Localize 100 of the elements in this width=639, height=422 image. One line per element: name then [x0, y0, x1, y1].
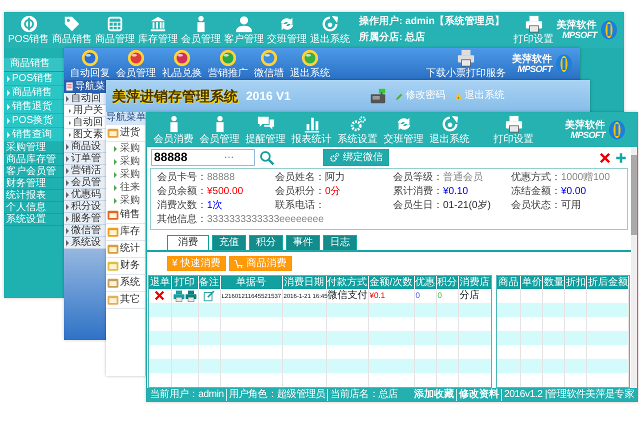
toolbar-button[interactable]: POS销售 — [8, 14, 50, 46]
search-icon[interactable] — [259, 150, 275, 166]
toolbar-button[interactable]: 营销推广 — [208, 48, 248, 80]
tab[interactable]: 日志 — [323, 235, 357, 250]
bind-button[interactable]: 绑定微信 — [323, 149, 389, 166]
header-link[interactable]: 修改密码 — [394, 90, 446, 102]
tree-item[interactable]: 会员管 — [64, 177, 106, 189]
toolbar-button[interactable]: 会员管理 — [199, 114, 240, 146]
more-button[interactable]: ··· — [224, 152, 234, 164]
toolbar-button[interactable]: 库存管理 — [138, 14, 178, 46]
status-link[interactable]: 添加收藏 — [412, 388, 456, 400]
column-header[interactable]: 积分 — [436, 276, 458, 289]
menu-item[interactable]: 其它 — [106, 292, 145, 309]
menu-item[interactable]: 采购 — [106, 155, 145, 168]
add-icon[interactable] — [615, 152, 627, 164]
bank-icon — [149, 14, 168, 33]
tree-item[interactable]: 订单管 — [64, 153, 106, 165]
toolbar-button[interactable]: 退出系统 — [290, 48, 330, 80]
sidebar-item[interactable]: POS换货 — [4, 114, 64, 128]
toolbar-button[interactable]: 会员消费 — [153, 114, 194, 146]
column-header[interactable]: 单据号 — [220, 276, 282, 289]
toolbar-button[interactable]: 会员管理 — [181, 14, 222, 46]
menu-item[interactable]: 采购 — [106, 142, 145, 155]
menu-item[interactable]: 采购 — [106, 168, 145, 181]
search-field[interactable]: 88888 ··· — [151, 149, 255, 166]
column-header[interactable]: 商品 — [496, 276, 521, 289]
close-icon[interactable] — [154, 290, 166, 301]
toolbar-button[interactable]: 微信墙 — [254, 48, 284, 80]
tree-item[interactable]: 服务管 — [64, 213, 106, 225]
column-header[interactable]: 数量 — [542, 276, 565, 289]
column-header[interactable]: 折后金额 — [586, 276, 629, 289]
tree-item[interactable]: 自动回 — [64, 117, 106, 129]
tab[interactable]: 充值 — [212, 235, 246, 250]
column-header[interactable]: 金额/次数 — [368, 276, 414, 289]
toolbar-button[interactable]: 退出系统 — [310, 14, 350, 46]
close-icon[interactable] — [599, 152, 611, 164]
printer-icon — [457, 48, 475, 67]
toolbar-button[interactable]: 自动回复 — [70, 48, 110, 80]
printer-icon[interactable] — [184, 290, 196, 302]
sidebar-item[interactable]: 销售退货 — [4, 100, 64, 114]
tree-item[interactable]: 系统设 — [64, 237, 106, 249]
column-header[interactable]: 打印 — [171, 276, 198, 289]
tree-item[interactable]: 自动回 — [64, 93, 106, 105]
version-text: 2016v1.2 |管理软件美萍是专家 — [501, 388, 636, 400]
tree-item[interactable]: 营销活 — [64, 165, 106, 177]
tree-item[interactable]: 优惠码 — [64, 189, 106, 201]
table-cell: 微信支付 — [328, 290, 368, 301]
tree-item[interactable]: 用户关 — [64, 105, 106, 117]
toolbar-button[interactable]: 交班管理 — [267, 14, 308, 46]
menu-item[interactable]: 往来 — [106, 181, 145, 194]
menu-item[interactable]: 进货 — [106, 125, 145, 142]
sidebar-item[interactable]: POS销售 — [4, 72, 64, 86]
status-link[interactable]: 修改资料 — [456, 388, 502, 400]
toolbar-button[interactable]: 商品管理 — [95, 14, 136, 46]
action-button[interactable]: ¥ 快速消费 — [167, 256, 226, 271]
edit-icon[interactable] — [203, 290, 215, 302]
column-header[interactable]: 付款方式 — [326, 276, 368, 289]
toolbar-button[interactable]: 客户管理 — [224, 14, 264, 46]
toolbar-button[interactable]: 下载小票打印服务 — [426, 48, 506, 80]
tree-item[interactable]: 积分设 — [64, 201, 106, 213]
tab[interactable]: 事件 — [286, 235, 320, 250]
toolbar-button[interactable]: 礼品兑换 — [162, 48, 202, 80]
toolbar-button[interactable]: 报表统计 — [291, 114, 332, 146]
menu-item[interactable]: 财务 — [106, 258, 145, 275]
sidebar-item[interactable]: 销售查询 — [4, 128, 64, 142]
column-header[interactable]: 备注 — [198, 276, 220, 289]
scrollbar[interactable] — [631, 147, 637, 388]
menu-item[interactable]: 统计 — [106, 241, 145, 258]
tree-item[interactable]: 图文素 — [64, 129, 106, 141]
column-header[interactable]: 消费店 — [458, 276, 491, 289]
toolbar-button[interactable]: 提醒管理 — [245, 114, 286, 146]
menu-item[interactable]: 库存 — [106, 224, 145, 241]
action-button[interactable]: 商品消费 — [228, 256, 292, 271]
column-header[interactable]: 消费日期 — [282, 276, 326, 289]
column-header[interactable]: 优惠 — [414, 276, 436, 289]
toolbar-button[interactable]: 交班管理 — [383, 114, 424, 146]
caret-icon — [69, 132, 71, 136]
tree-item[interactable]: 微信管 — [64, 225, 106, 237]
toolbar-button[interactable]: 系统设置 — [337, 114, 378, 146]
sidebar-item[interactable]: 商品销售 — [4, 86, 64, 100]
menu-item[interactable]: 销售 — [106, 207, 145, 224]
column-header[interactable]: 单价 — [520, 276, 543, 289]
logo-text: 美萍软件 — [556, 20, 597, 30]
toolbar-button[interactable]: 打印设置 — [514, 14, 554, 46]
gear-icon — [329, 152, 340, 163]
emblem-icon — [598, 20, 619, 40]
tree-item[interactable]: 商品设 — [64, 141, 106, 153]
tab[interactable]: 消费 — [167, 235, 209, 250]
info-value: 普通会员 — [443, 172, 483, 183]
menu-item[interactable]: 采购 — [106, 194, 145, 207]
column-header[interactable]: 折扣 — [564, 276, 587, 289]
column-header[interactable]: 退单 — [149, 276, 171, 289]
toolbar-button[interactable]: 商品销售 — [52, 14, 92, 46]
toolbar-button[interactable]: 会员管理 — [116, 48, 156, 80]
printer-icon[interactable] — [172, 290, 184, 302]
toolbar-button[interactable]: 退出系统 — [429, 114, 470, 146]
tab[interactable]: 积分 — [249, 235, 283, 250]
header-link[interactable]: 退出系统 — [454, 90, 505, 102]
toolbar-button[interactable]: 打印设置 — [493, 114, 534, 146]
menu-item[interactable]: 系统 — [106, 275, 145, 292]
